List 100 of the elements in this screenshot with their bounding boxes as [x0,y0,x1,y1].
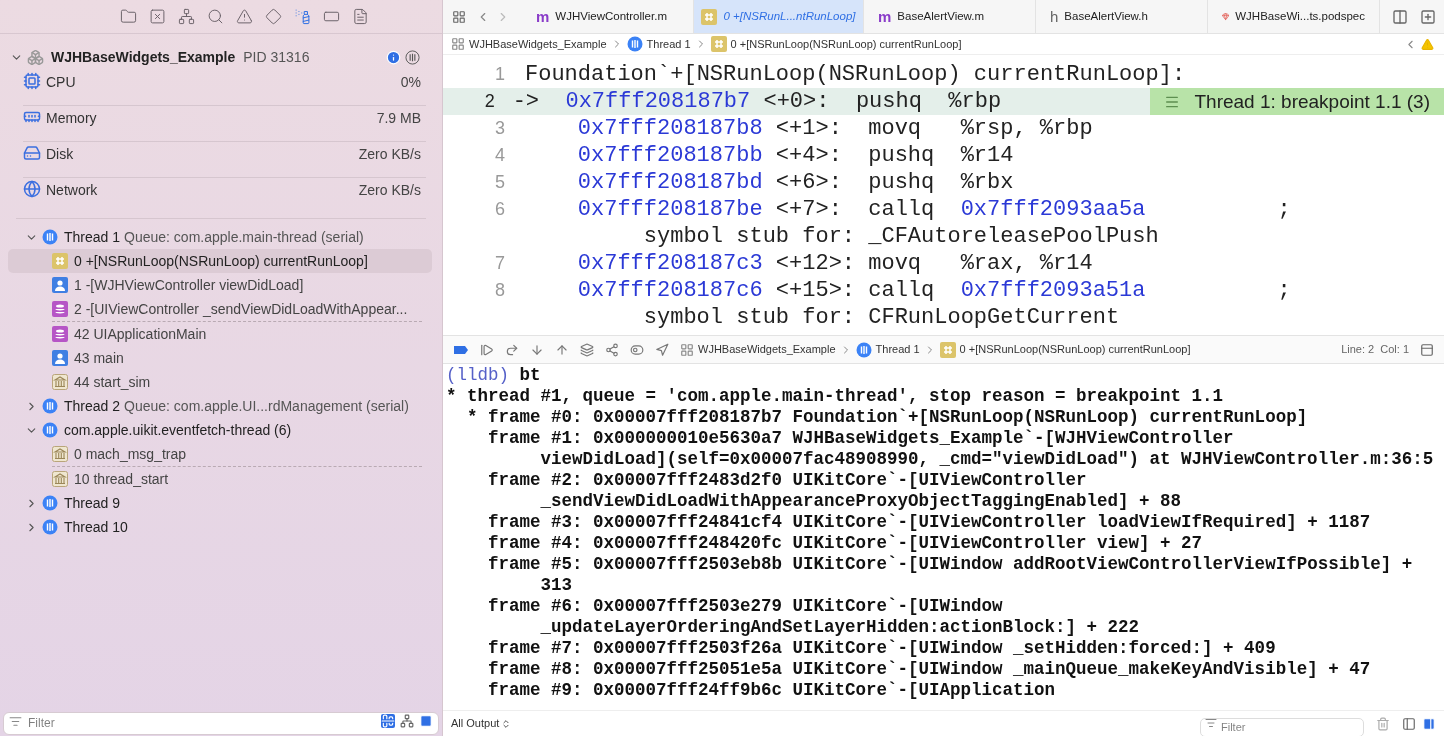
line-number: 1 [494,63,506,86]
cpu-icon [23,72,41,90]
add-editor-icon[interactable] [1420,8,1436,25]
gauge-label[interactable]: Network [46,180,98,201]
stack-frame-row[interactable]: 10 thread_start [8,467,432,491]
stack-frame-row[interactable]: 2 -[UIViewController _sendViewDidLoadWithAppear... [8,297,432,321]
split-view-icon[interactable] [1392,8,1408,25]
instruction-offset: <+15>: [775,277,857,304]
line-number: 5 [494,171,506,194]
step-out-icon[interactable] [555,342,569,357]
reports-navigator-icon[interactable] [351,8,369,25]
code-text: Foundation`+[NSRunLoop(NSRunLoop) currentRunLoop]: [525,61,1186,88]
pause-threads-icon[interactable] [405,49,420,65]
current-frame-marker: * [467,407,478,428]
console-filter-field[interactable]: Filter [1200,717,1364,736]
pc-arrow: -> [512,88,541,115]
mnemonic: callq [868,196,936,223]
stack-frame-row[interactable]: 42 UIApplicationMain [8,322,432,346]
mnemonic: pushq [855,88,923,115]
project-navigator-icon[interactable] [119,8,137,25]
person-frame-icon [52,350,68,366]
console-line: _sendViewDidLoadWithAppearanceProxyObjectTaggingEnabled] + 88 [540,491,1182,512]
thread-name[interactable]: Thread 1 [64,226,121,248]
step-over-icon[interactable] [505,342,519,357]
mnemonic: movq [868,115,923,142]
breakpoints-toggle-icon[interactable] [453,344,469,355]
thread-name[interactable]: com.apple.uikit.eventfetch-thread (6) [64,419,292,441]
console-toggle-icon[interactable] [1420,342,1434,357]
variables-view-icon[interactable] [1402,716,1416,731]
console-view-icon[interactable] [1422,716,1436,731]
updown-icon [501,718,512,729]
operands: %rbx [960,169,1014,196]
symbols-navigator-icon[interactable] [177,8,195,25]
console-line: frame #4: 0x00007fff248420fc UIKitCore`-[UIViewController view] + 27 [488,533,1203,554]
stack-frame-row[interactable]: 0 mach_msg_trap [8,442,432,466]
console-line: frame #5: 0x00007fff2503eb8b UIKitCore`-[UIWindow addRootViewControllerViewIfPossible] + [488,554,1413,575]
comment-marker: ; [1277,196,1291,223]
filter-icon [9,715,22,728]
gauge-value: Zero KB/s [358,181,422,200]
tests-navigator-icon[interactable] [264,8,282,25]
step-into-icon[interactable] [530,342,544,357]
view-hierarchy-icon[interactable] [580,342,594,357]
comment-marker: ; [1277,277,1291,304]
trash-icon[interactable] [1376,716,1390,731]
stack-frame-row[interactable]: 1 -[WJHViewController viewDidLoad] [8,273,432,297]
thread-icon [626,36,643,52]
line-number: 7 [494,252,506,275]
jump-bar-item[interactable]: 0 +[NSRunLoop(NSRunLoop) currentRunLoop] [959,341,1191,358]
info-icon[interactable] [386,49,401,65]
operands: %r14 [960,142,1014,169]
filter-field[interactable]: Filter [3,711,439,735]
gauge-label[interactable]: Memory [46,108,97,129]
console-line: _updateLayerOrderingAndSetLayerHidden:actionBlock:] + 222 [540,617,1140,638]
stack-frame-icon [52,326,68,342]
source-file-icon: m [878,9,892,24]
instruction-offset: <+6>: [775,169,843,196]
thread-name[interactable]: Thread 2 [64,395,121,417]
assembly-frame-icon [52,253,68,269]
filter-icon [1205,717,1217,729]
source-control-navigator-icon[interactable] [148,8,166,25]
memory-graph-icon[interactable] [605,342,619,357]
continue-icon[interactable] [480,342,494,357]
gauge-value: 0% [400,73,422,92]
bank-frame-icon [52,446,68,462]
stack-frame-row[interactable]: 0 +[NSRunLoop(NSRunLoop) currentRunLoop] [8,249,432,273]
operands: %rax, %r14 [960,250,1093,277]
console-line: frame #0: 0x00007fff208187b7 Foundation`+[NSRunLoop(NSRunLoop) currentRunLoop] [488,407,1308,428]
assembly-frame-icon [710,36,727,52]
jump-bar-item[interactable]: WJHBaseWidgets_Example [469,35,607,53]
find-navigator-icon[interactable] [206,8,224,25]
gauge-label[interactable]: CPU [46,72,76,93]
thread-icon [42,229,58,245]
editor-tab[interactable]: h BaseAlertView.h [1036,0,1208,33]
grid-icon[interactable] [452,9,466,24]
thread-icon [42,519,58,535]
stack-frame-row[interactable]: 44 start_sim [8,370,432,394]
editor-tab[interactable]: WJHBaseWi...ts.podspec [1208,0,1380,33]
jump-bar-item[interactable]: Thread 1 [875,341,920,358]
console-line: * thread #1, queue = 'com.apple.main-thread', stop reason = breakpoint 1.1 [446,386,1225,407]
jump-bar-item[interactable]: 0 +[NSRunLoop(NSRunLoop) currentRunLoop] [730,35,962,53]
editor-tab[interactable]: m BaseAlertView.m [864,0,1036,33]
jump-bar-item[interactable]: Thread 1 [646,35,691,53]
thread-name[interactable]: Thread 10 [64,516,128,538]
app-icon [680,342,694,357]
thread-name[interactable]: Thread 9 [64,492,121,514]
stack-frame-row[interactable]: 43 main [8,346,432,370]
location-icon[interactable] [655,342,669,357]
console-prompt: (lldb) [446,365,509,386]
instruction-address: 0x7fff208187be [577,196,764,223]
issues-navigator-icon[interactable] [235,8,253,25]
stack-frame-icon [52,301,68,317]
jump-bar-item[interactable]: WJHBaseWidgets_Example [698,341,836,358]
output-scope-button[interactable]: All Output [451,715,512,732]
thread-queue: Queue: com.apple.main-thread (serial) [124,227,364,247]
console-line: frame #6: 0x00007fff2503e279 UIKitCore`-[UIWindow [488,596,1003,617]
environment-icon[interactable] [630,342,644,357]
gauge-label[interactable]: Disk [46,144,74,165]
editor-tab[interactable]: 0 +[NSRunL...ntRunLoop] [694,0,864,33]
debug-navigator-icon[interactable] [293,8,311,25]
instruction-offset: <+7>: [775,196,843,223]
